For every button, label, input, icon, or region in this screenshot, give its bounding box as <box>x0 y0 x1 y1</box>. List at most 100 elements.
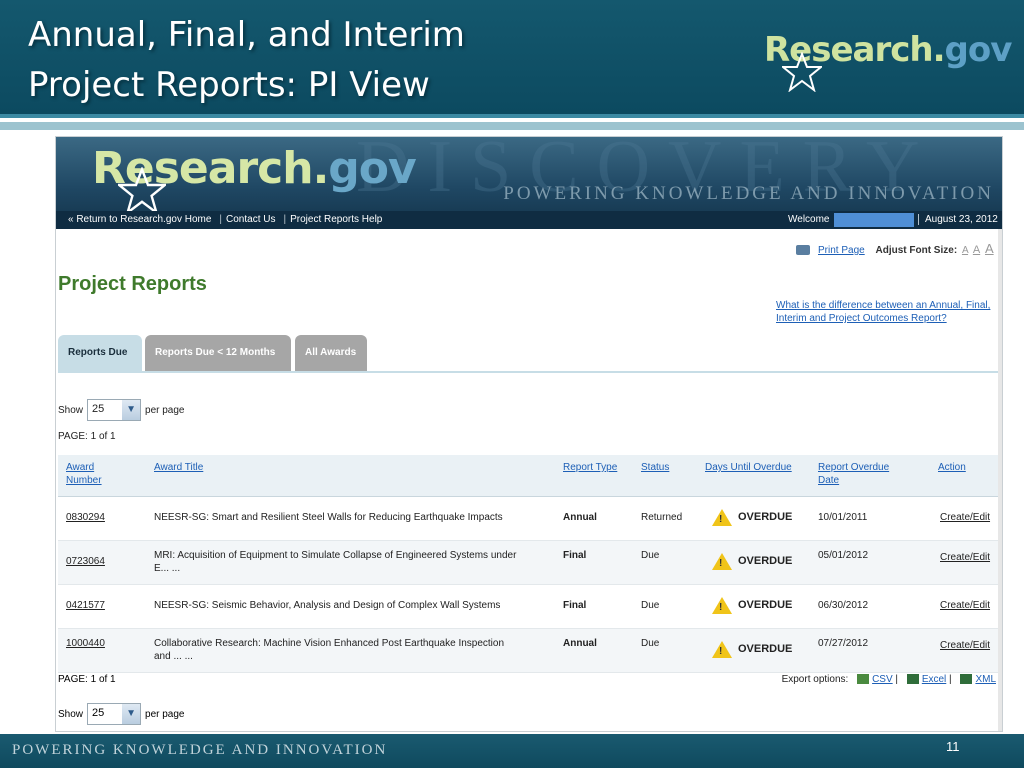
scrollbar[interactable] <box>998 229 1002 731</box>
nav-separator: | <box>283 214 287 225</box>
warning-mark: ! <box>719 602 723 613</box>
export-excel-link[interactable]: Excel <box>922 674 946 685</box>
award-title: NEESR-SG: Seismic Behavior, Analysis and… <box>154 599 544 612</box>
nav-home-link[interactable]: « Return to Research.gov Home <box>68 214 211 225</box>
report-overdue-date: 10/01/2011 <box>818 512 868 523</box>
award-number-link[interactable]: 0723064 <box>66 555 105 568</box>
slide-separator <box>0 122 1024 130</box>
xml-icon[interactable] <box>960 674 973 685</box>
site-logo[interactable]: Research.gov <box>92 143 417 215</box>
report-status: Returned <box>641 512 683 523</box>
site-tagline: POWERING KNOWLEDGE AND INNOVATION <box>503 183 994 204</box>
font-size-small[interactable]: A <box>962 245 968 256</box>
report-type: Final <box>563 550 587 561</box>
slide-title: Annual, Final, and Interim Project Repor… <box>28 10 465 110</box>
export-separator: | <box>895 674 899 685</box>
font-size-large[interactable]: A <box>985 241 994 256</box>
research-gov-logo: Research.gov <box>764 30 1012 92</box>
site-banner: DISCOVERY Research.gov POWERING KNOWLEDG… <box>56 137 1002 215</box>
warning-icon: ! <box>712 553 732 570</box>
table-row: 0723064 MRI: Acquisition of Equipment to… <box>58 541 1002 585</box>
excel-icon[interactable] <box>906 674 919 685</box>
award-title: NEESR-SG: Smart and Resilient Steel Wall… <box>154 511 544 524</box>
user-name-redacted <box>834 213 914 227</box>
create-edit-link[interactable]: Create/Edit <box>940 551 990 564</box>
warning-mark: ! <box>719 558 723 569</box>
tab-underline <box>58 371 1002 373</box>
award-title-text: NEESR-SG: Smart and Resilient Steel Wall… <box>154 512 503 523</box>
header-report-overdue-date[interactable]: Report Overdue Date <box>818 461 889 487</box>
tab-all-awards[interactable]: All Awards <box>295 335 367 371</box>
page-count: PAGE: 1 of 1 <box>58 431 116 442</box>
warning-mark: ! <box>719 646 723 657</box>
award-title-text: Collaborative Research: Machine Vision E… <box>154 638 505 649</box>
award-number-link[interactable]: 0421577 <box>66 599 105 612</box>
reports-table: Award Number Award Title Report Type Sta… <box>58 455 1002 673</box>
report-types-help-link[interactable]: What is the difference between an Annual… <box>776 299 996 325</box>
slide-page-number: 11 <box>946 739 960 754</box>
report-type: Final <box>563 600 587 611</box>
chevron-down-icon[interactable]: ▼ <box>122 704 141 724</box>
create-edit-link[interactable]: Create/Edit <box>940 599 990 612</box>
award-number-link[interactable]: 0830294 <box>66 511 105 524</box>
days-until-overdue: ! OVERDUE <box>712 553 792 570</box>
per-page-select[interactable]: 25 ▼ <box>87 399 142 421</box>
award-title-text: NEESR-SG: Seismic Behavior, Analysis and… <box>154 600 501 611</box>
nav-links: « Return to Research.gov Home | Contact Us… <box>68 214 386 225</box>
export-xml-link[interactable]: XML <box>975 674 996 685</box>
report-status: Due <box>641 550 660 561</box>
award-number-link[interactable]: 1000440 <box>66 637 105 650</box>
report-type: Annual <box>563 638 597 649</box>
export-options: Export options: CSV | Excel | XML <box>782 674 996 685</box>
header-award-number[interactable]: Award Number <box>66 461 102 487</box>
nav-help-link[interactable]: Project Reports Help <box>290 214 382 225</box>
tab-reports-due-12-months[interactable]: Reports Due < 12 Months <box>145 335 291 371</box>
slide-title-line1: Annual, Final, and Interim <box>28 15 465 55</box>
report-overdue-date: 06/30/2012 <box>818 600 869 611</box>
per-page-select[interactable]: 25 ▼ <box>87 703 142 725</box>
nav-contact-link[interactable]: Contact Us <box>226 214 275 225</box>
header-award-number-line1: Award <box>66 462 95 473</box>
export-separator: | <box>949 674 952 685</box>
header-days-until-overdue[interactable]: Days Until Overdue <box>705 461 792 474</box>
print-page-link[interactable]: Print Page <box>818 245 865 256</box>
report-overdue-date: 05/01/2012 <box>818 550 869 561</box>
days-until-overdue: ! OVERDUE <box>712 641 792 658</box>
days-until-overdue: ! OVERDUE <box>712 509 792 526</box>
days-until-overdue: ! OVERDUE <box>712 597 792 614</box>
warning-icon: ! <box>712 509 732 526</box>
chevron-down-icon[interactable]: ▼ <box>122 400 141 420</box>
overdue-label: OVERDUE <box>738 511 793 524</box>
csv-icon[interactable] <box>857 674 870 685</box>
award-title-continued: and ... ... <box>154 651 193 662</box>
page-title: Project Reports <box>58 273 207 295</box>
printer-icon[interactable] <box>796 245 810 256</box>
site-logo-dot: . <box>312 143 330 194</box>
star-icon <box>782 52 822 92</box>
header-action[interactable]: Action <box>938 461 966 474</box>
header-status[interactable]: Status <box>641 461 669 474</box>
welcome-label: Welcome <box>788 214 830 225</box>
header-award-title[interactable]: Award Title <box>154 461 203 474</box>
overdue-label: OVERDUE <box>738 599 793 612</box>
header-report-type[interactable]: Report Type <box>563 461 617 474</box>
warning-icon: ! <box>712 641 732 658</box>
award-title: MRI: Acquisition of Equipment to Simulat… <box>154 549 544 575</box>
report-type: Annual <box>563 512 597 523</box>
award-title-text: MRI: Acquisition of Equipment to Simulat… <box>154 550 517 561</box>
per-page-control: Show 25 ▼ per page <box>58 399 185 421</box>
slide-footer: POWERING KNOWLEDGE AND INNOVATION 11 <box>0 734 1024 768</box>
tab-reports-due[interactable]: Reports Due <box>58 335 142 371</box>
create-edit-link[interactable]: Create/Edit <box>940 511 990 524</box>
footer-tagline: POWERING KNOWLEDGE AND INNOVATION <box>12 742 388 758</box>
award-title-continued: E... ... <box>154 563 181 574</box>
export-label: Export options: <box>781 674 849 685</box>
export-csv-link[interactable]: CSV <box>872 674 893 685</box>
create-edit-link[interactable]: Create/Edit <box>940 639 990 652</box>
logo-dot-text: . <box>932 30 946 70</box>
warning-mark: ! <box>719 514 723 525</box>
per-page-value: 25 <box>92 403 105 415</box>
slide-title-line2: Project Reports: PI View <box>28 65 430 105</box>
font-size-medium[interactable]: A <box>973 244 980 256</box>
table-row: 0421577 NEESR-SG: Seismic Behavior, Anal… <box>58 585 1002 629</box>
